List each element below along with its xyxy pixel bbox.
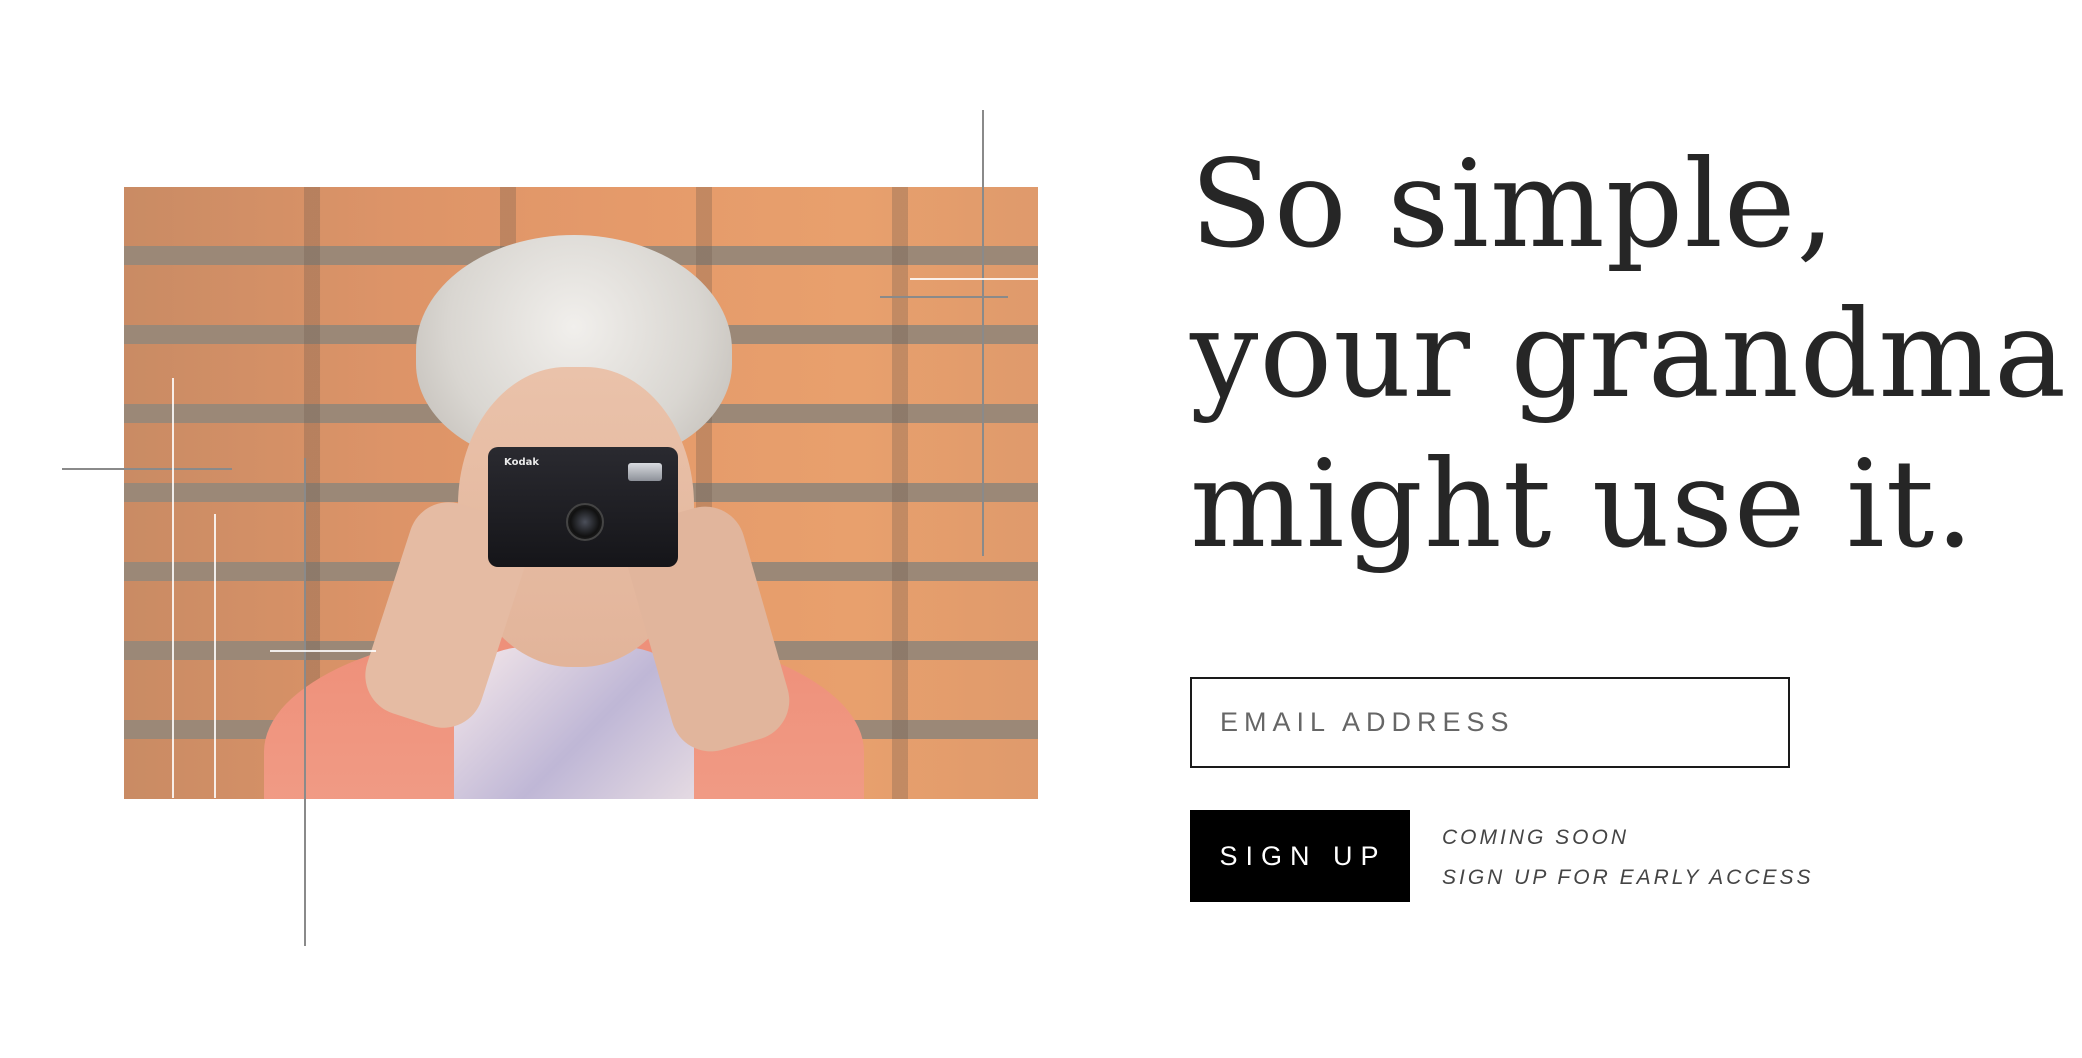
headline-line: might use it. [1190,434,1975,575]
headline-line: your grandma [1190,284,2068,425]
email-field[interactable] [1190,677,1790,768]
decor-line [880,296,1008,298]
decor-line [270,650,376,652]
decor-line [304,458,306,946]
decor-line [62,468,232,470]
hero-headline: So simple, your grandma might use it. [1190,130,2068,580]
decor-line [172,378,174,798]
camera-brand-label: Kodak [504,457,539,468]
camera-graphic: Kodak [488,447,678,567]
coming-soon-note: COMING SOON [1442,826,1630,849]
sign-up-button[interactable]: SIGN UP [1190,810,1410,902]
camera-flash [628,463,662,481]
decor-line [982,110,984,556]
decor-line [910,278,1038,280]
headline-line: So simple, [1190,134,1836,275]
hero-photo: Kodak [124,187,1038,799]
camera-lens [566,503,604,541]
decor-line [214,514,216,798]
early-access-note: SIGN UP FOR EARLY ACCESS [1442,866,1814,889]
